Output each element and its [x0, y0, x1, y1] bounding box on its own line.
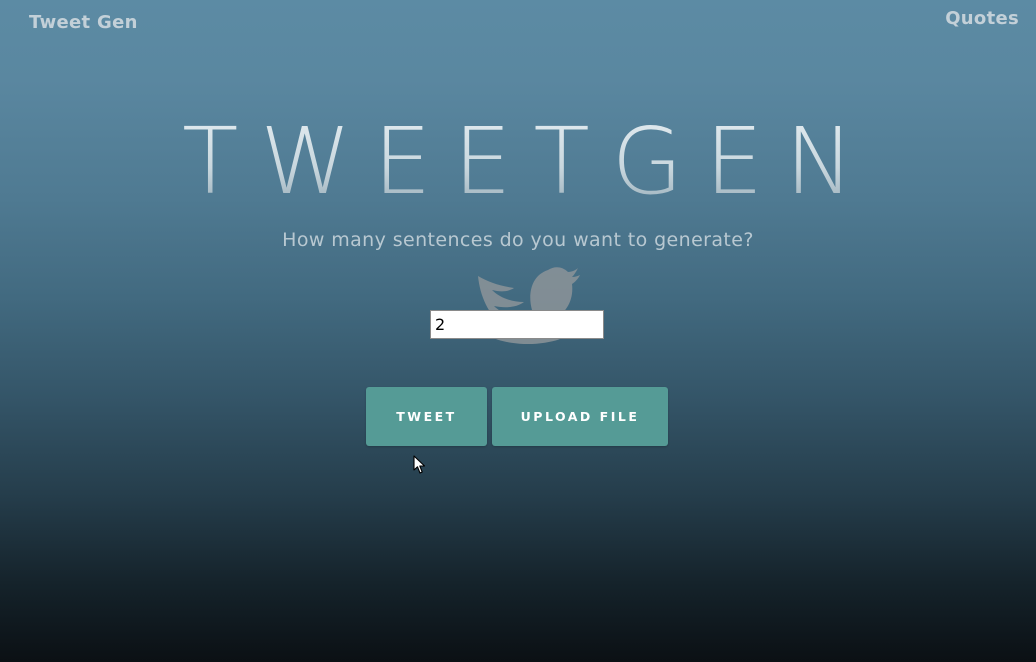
- hero-subtitle: How many sentences do you want to genera…: [282, 229, 754, 251]
- upload-file-button[interactable]: UPLOAD FILE: [492, 387, 668, 446]
- nav-quotes-link[interactable]: Quotes: [945, 8, 1019, 29]
- nav-brand-link[interactable]: Tweet Gen: [29, 12, 138, 33]
- mouse-cursor-icon: [413, 455, 426, 474]
- sentence-count-input[interactable]: [430, 310, 604, 339]
- hero-title: TWEETGEN: [0, 107, 1036, 217]
- tweet-button[interactable]: TWEET: [366, 387, 487, 446]
